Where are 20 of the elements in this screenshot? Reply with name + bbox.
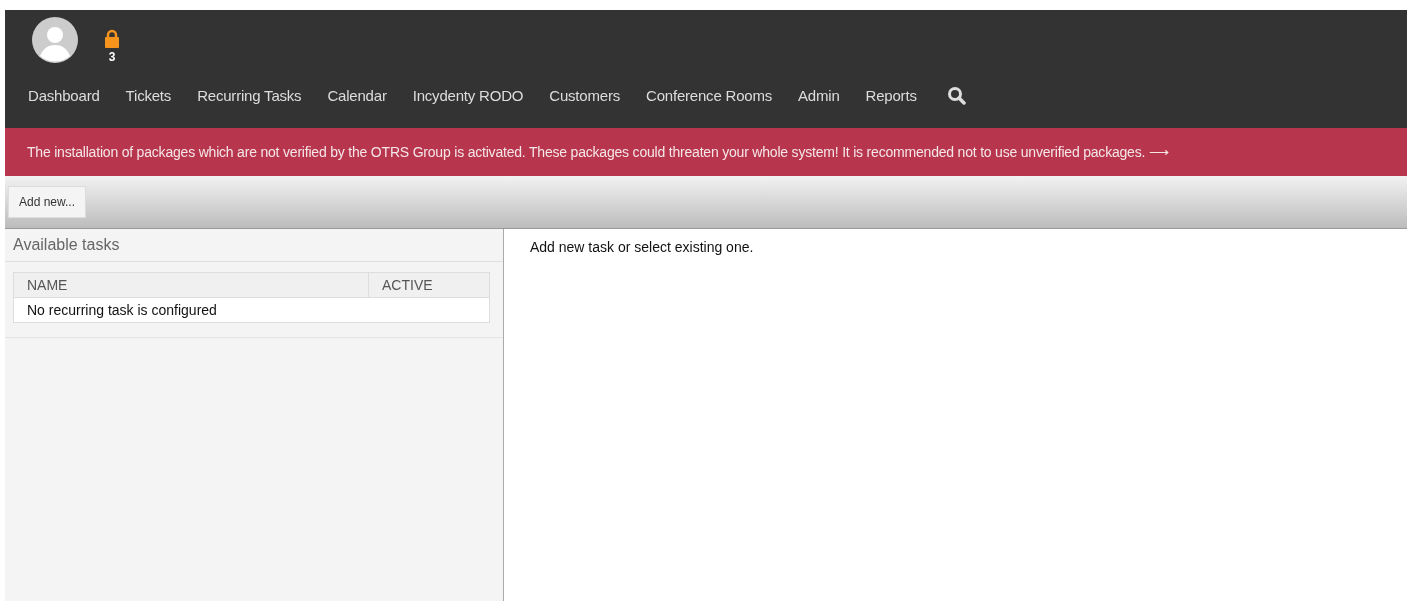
nav-item[interactable]: Conference Rooms (646, 86, 786, 104)
column-header: NAME (13, 272, 369, 298)
nav-item[interactable]: Tickets (125, 86, 185, 104)
hint-text: Add new task or select existing one. (530, 239, 754, 255)
avatar-icon[interactable] (32, 17, 78, 63)
warning-banner[interactable]: The installation of packages which are not verified by the OTRS Group is activated. These packages could threaten your whole system! It is recommended not to use unverified packages. ⟶ (5, 128, 1407, 176)
nav-item[interactable]: Admin (798, 86, 853, 104)
add-new-button[interactable]: Add new... (8, 186, 87, 218)
nav-item[interactable]: Recurring Tasks (197, 86, 315, 104)
sidebar-title: Available tasks (5, 229, 503, 262)
nav-item[interactable]: Customers (549, 86, 633, 104)
table-cell: No recurring task is configured (13, 297, 490, 323)
nav-item[interactable]: Incydenty RODO (412, 86, 537, 104)
nav-item[interactable]: Calendar (327, 86, 400, 104)
locked-ticket-count: 3 (108, 50, 116, 64)
nav-item[interactable]: Dashboard (28, 86, 113, 104)
lock-icon[interactable] (104, 29, 120, 48)
column-header: ACTIVE (368, 272, 490, 298)
nav-item[interactable]: Reports (865, 86, 930, 104)
search-icon[interactable] (946, 85, 966, 105)
